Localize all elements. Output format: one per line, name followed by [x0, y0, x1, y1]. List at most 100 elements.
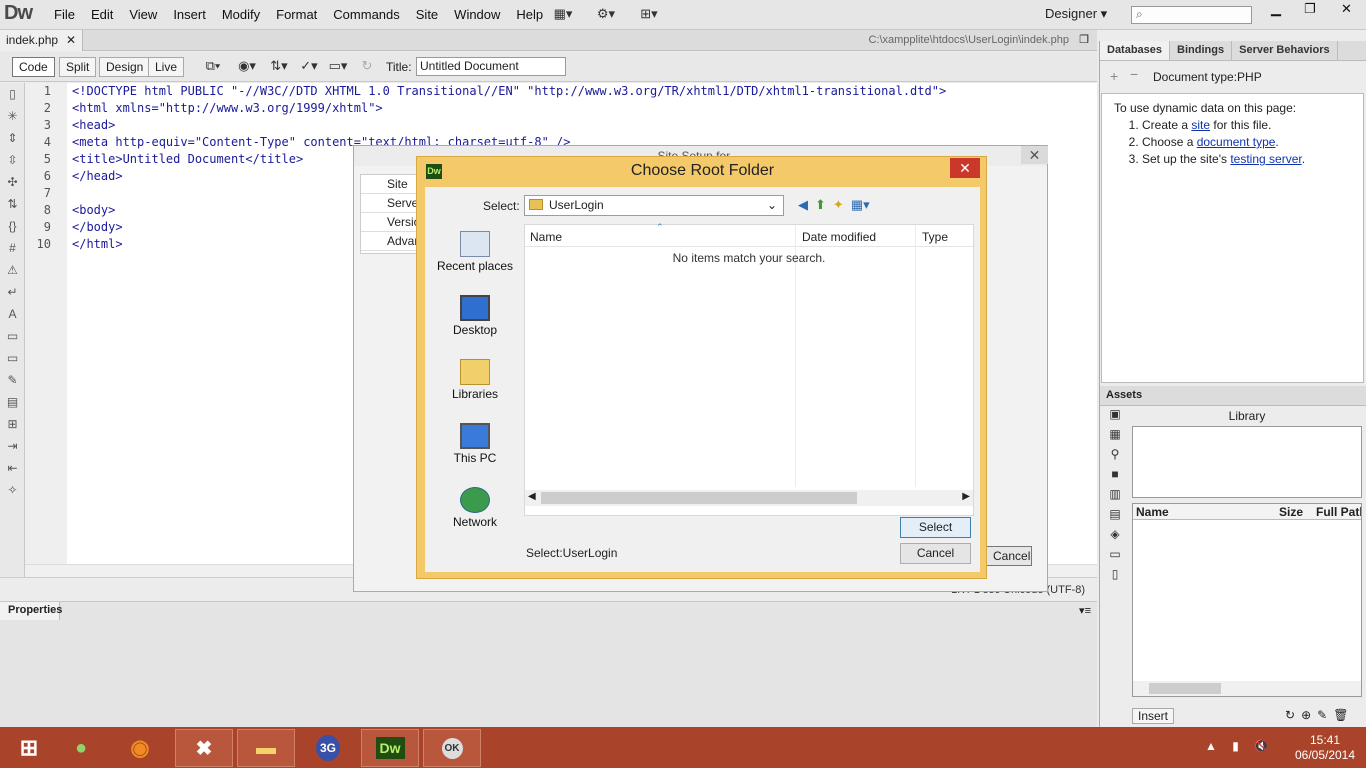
taskbar-firefox[interactable]: ◉	[111, 729, 169, 767]
edit-icon[interactable]: ✎	[1317, 708, 1327, 722]
format-source-icon[interactable]: ✧	[0, 479, 25, 501]
layout-icon[interactable]: ▦▾	[548, 6, 578, 24]
place-desktop[interactable]: Desktop	[435, 295, 515, 355]
menu-site[interactable]: Site	[408, 7, 446, 22]
panel-menu-icon[interactable]: ▾≡	[1079, 604, 1091, 617]
help-search-input[interactable]: ⌕	[1131, 6, 1252, 24]
recent-snippets-icon[interactable]: ▤	[0, 391, 25, 413]
place-this-pc[interactable]: This PC	[435, 423, 515, 483]
network-status-icon[interactable]: ▮	[1232, 739, 1239, 753]
taskbar-3g[interactable]: 3G	[299, 729, 357, 767]
code-line[interactable]: <head>	[72, 117, 1097, 134]
taskbar-explorer[interactable]: ▬	[237, 729, 295, 767]
place-network[interactable]: Network	[435, 487, 515, 547]
title-input[interactable]: Untitled Document	[416, 57, 566, 76]
library-col-size[interactable]: Size	[1279, 505, 1303, 519]
menu-modify[interactable]: Modify	[214, 7, 268, 22]
restore-button[interactable]: ❐	[1293, 0, 1327, 20]
workspace-switcher[interactable]: Designer ▾	[1045, 6, 1107, 22]
remove-comment-icon[interactable]: ▭	[0, 347, 25, 369]
site-icon[interactable]: ⊞▾	[634, 6, 664, 24]
syntax-coloring-icon[interactable]: A	[0, 303, 25, 325]
refresh-icon[interactable]: ↻	[352, 58, 382, 76]
new-item-icon[interactable]: ⊕	[1301, 708, 1311, 722]
insert-button[interactable]: Insert	[1132, 708, 1174, 724]
library-col-path[interactable]: Full Path	[1316, 505, 1361, 519]
step-link[interactable]: document type	[1197, 135, 1276, 149]
menu-format[interactable]: Format	[268, 7, 325, 22]
live-view-button[interactable]: Live	[148, 57, 185, 77]
select-parent-tag-icon[interactable]: ⇅	[0, 193, 25, 215]
site-setup-close-button[interactable]: ✕	[1021, 146, 1048, 164]
move-css-icon[interactable]: ⊞	[0, 413, 25, 435]
split-view-button[interactable]: Split	[59, 57, 97, 77]
scroll-left-icon[interactable]: ◀	[528, 491, 536, 502]
indent-code-icon[interactable]: ⇥	[0, 435, 25, 457]
menu-commands[interactable]: Commands	[325, 7, 407, 22]
highlight-invalid-code-icon[interactable]: ⚠	[0, 259, 25, 281]
new-folder-icon[interactable]: ✦	[833, 197, 844, 213]
menu-window[interactable]: Window	[446, 7, 508, 22]
site-setup-nav-item[interactable]: Servers	[361, 194, 419, 213]
show-code-navigator-icon[interactable]: ✳	[0, 105, 25, 127]
step-link[interactable]: testing server	[1230, 152, 1301, 166]
cancel-button[interactable]: Cancel	[900, 543, 971, 564]
folder-select-dropdown[interactable]: UserLogin ⌄	[524, 195, 784, 216]
visual-aids-icon[interactable]: ▭▾	[323, 58, 353, 76]
up-folder-icon[interactable]: ⬆	[815, 197, 826, 213]
step-link[interactable]: site	[1191, 118, 1210, 132]
properties-tab[interactable]: Properties	[0, 602, 62, 620]
file-management-icon[interactable]: ⇅▾	[264, 58, 294, 76]
media-icon[interactable]: ■	[1101, 467, 1129, 487]
outdent-code-icon[interactable]: ⇤	[0, 457, 25, 479]
col-name[interactable]: Name	[530, 230, 562, 244]
dialog-close-button[interactable]: ✕	[950, 158, 980, 178]
word-wrap-icon[interactable]: ↵	[0, 281, 25, 303]
taskbar-xampp[interactable]: ✖	[175, 729, 233, 767]
remove-icon[interactable]: −	[1130, 66, 1138, 82]
tab-bindings[interactable]: Bindings	[1170, 41, 1233, 60]
browser-preview-icon[interactable]: ◉▾	[232, 58, 262, 76]
code-line[interactable]: <html xmlns="http://www.w3.org/1999/xhtm…	[72, 100, 1097, 117]
scroll-thumb[interactable]	[541, 492, 857, 504]
delete-icon[interactable]: 🗑	[1333, 708, 1348, 722]
menu-insert[interactable]: Insert	[165, 7, 214, 22]
add-icon[interactable]: +	[1110, 68, 1118, 84]
balance-braces-icon[interactable]: {}	[0, 215, 25, 237]
file-list-scrollbar[interactable]: ◀ ▶	[525, 490, 973, 506]
scripts-icon[interactable]: ◈	[1101, 527, 1129, 547]
tab-assets[interactable]: Assets	[1106, 389, 1142, 401]
restore-doc-icon[interactable]: ❐	[1079, 33, 1089, 46]
taskbar-ok-app[interactable]: OK	[423, 729, 481, 767]
col-type[interactable]: Type	[922, 230, 948, 244]
gear-icon[interactable]: ⚙▾	[591, 6, 621, 24]
file-list[interactable]: Name ⌃ Date modified Type No items match…	[524, 222, 974, 516]
images-icon[interactable]: ▣	[1101, 407, 1129, 427]
site-setup-nav-item[interactable]: Version Control	[361, 213, 419, 232]
tab-server-behaviors[interactable]: Server Behaviors	[1232, 41, 1338, 60]
menu-edit[interactable]: Edit	[83, 7, 121, 22]
menu-help[interactable]: Help	[508, 7, 551, 22]
collapse-full-tag-icon[interactable]: ⇕	[0, 127, 25, 149]
view-menu-icon[interactable]: ▦▾	[851, 197, 870, 213]
multiscreen-icon[interactable]: ⧉▾	[198, 58, 228, 76]
code-view-button[interactable]: Code	[12, 57, 55, 77]
site-setup-nav-item[interactable]: Site	[361, 175, 419, 194]
tab-databases[interactable]: Databases	[1100, 41, 1171, 60]
place-recent[interactable]: Recent places	[435, 231, 515, 291]
library-scrollbar[interactable]	[1133, 681, 1361, 696]
site-setup-nav-item[interactable]: Advanced Settings	[361, 232, 419, 251]
taskbar-dreamweaver[interactable]: Dw	[361, 729, 419, 767]
volume-icon[interactable]: 🔇	[1254, 739, 1269, 753]
open-documents-icon[interactable]: ▯	[0, 83, 25, 105]
clock[interactable]: 15:41 06/05/2014	[1290, 733, 1360, 763]
menu-file[interactable]: File	[46, 7, 83, 22]
w3c-validation-icon[interactable]: ✓▾	[294, 58, 324, 76]
menu-view[interactable]: View	[121, 7, 165, 22]
templates-icon[interactable]: ▭	[1101, 547, 1129, 567]
scroll-right-icon[interactable]: ▶	[962, 491, 970, 502]
col-date-modified[interactable]: Date modified	[802, 230, 876, 244]
minimize-button[interactable]: ▁	[1259, 0, 1293, 20]
collapse-selection-icon[interactable]: ⇳	[0, 149, 25, 171]
expand-all-icon[interactable]: ✣	[0, 171, 25, 193]
